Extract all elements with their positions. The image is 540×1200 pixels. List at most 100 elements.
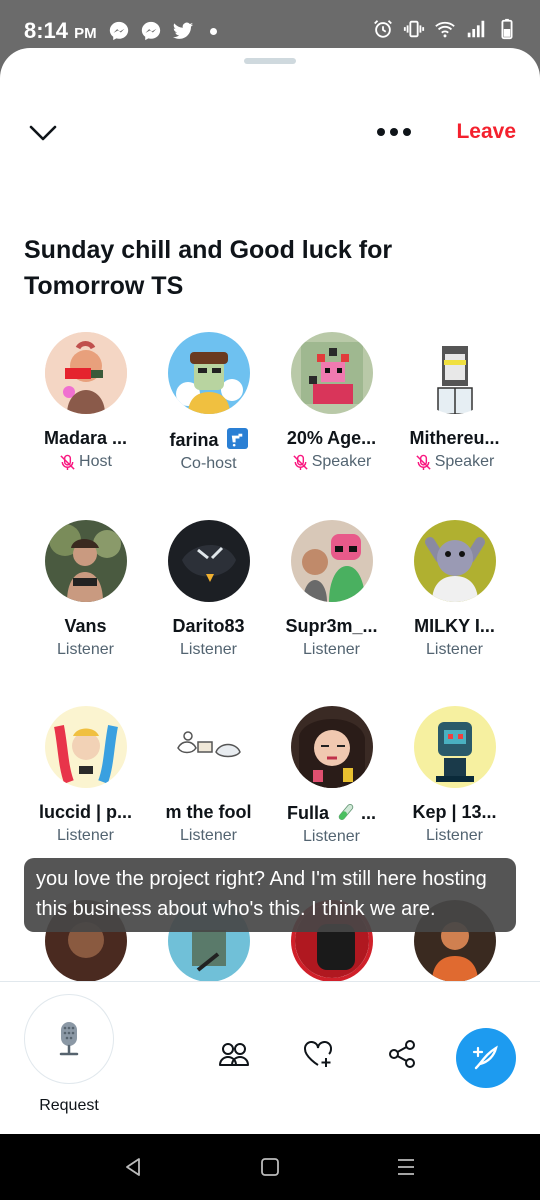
participant-role-label: Listener — [426, 641, 483, 658]
more-dots-icon[interactable] — [376, 122, 412, 142]
participant-cell[interactable]: Madara ... Host — [24, 332, 147, 471]
participant-cell[interactable]: Fulla ... Listener — [270, 706, 393, 846]
avatar — [167, 332, 250, 414]
participant-role-label: Listener — [180, 641, 237, 658]
participant-role: Host — [24, 453, 147, 471]
participant-name: MILKY I... — [414, 616, 495, 636]
participant-role: Speaker — [393, 453, 516, 471]
live-caption: you love the project right? And I'm stil… — [24, 858, 516, 932]
avatar — [413, 332, 496, 414]
participant-role-label: Listener — [180, 827, 237, 844]
vibrate-icon — [403, 20, 425, 38]
participant-role-label: Listener — [303, 641, 360, 658]
sheet-grabber-handle[interactable] — [244, 58, 296, 64]
participant-cell[interactable]: luccid | p... Listener — [24, 706, 147, 845]
request-mic-button[interactable] — [24, 994, 114, 1084]
participant-role: Listener — [24, 641, 147, 659]
avatar — [413, 706, 496, 788]
avatar — [167, 520, 250, 602]
people-icon[interactable] — [218, 1038, 250, 1070]
participant-name-text: Fulla — [286, 803, 329, 823]
wifi-icon — [435, 21, 455, 38]
avatar — [290, 332, 373, 414]
participant-name: farina — [147, 428, 270, 451]
participant-cell[interactable]: Kep | 13... Listener — [393, 706, 516, 845]
share-icon[interactable] — [386, 1038, 418, 1070]
participant-name: m the fool — [165, 802, 252, 822]
participant-role-label: Listener — [57, 641, 114, 658]
participant-name: Mithereu... — [409, 428, 500, 448]
twitter-icon — [172, 22, 194, 39]
status-time-value: 8:14 — [24, 18, 69, 43]
mic-off-icon — [60, 454, 75, 470]
participant-cell[interactable]: MILKY I... Listener — [393, 520, 516, 659]
participant-name: 20% Age... — [286, 428, 377, 448]
battery-icon — [501, 18, 513, 40]
avatar — [413, 520, 496, 602]
participant-cell[interactable]: 20% Age... Speaker — [270, 332, 393, 471]
chevron-down-icon[interactable] — [28, 118, 58, 148]
participant-role: Listener — [393, 641, 516, 659]
status-ampm: PM — [74, 25, 97, 42]
avatar — [167, 706, 250, 788]
back-triangle-icon[interactable] — [122, 1156, 144, 1178]
leave-button[interactable]: Leave — [456, 120, 516, 144]
participant-cell[interactable]: Mithereu... Speaker — [393, 332, 516, 471]
participant-role: Listener — [270, 641, 393, 659]
messenger-icon — [141, 21, 161, 41]
recents-lines-icon[interactable] — [395, 1156, 417, 1178]
participant-role: Listener — [393, 827, 516, 845]
participant-cell[interactable]: m the fool Listener — [147, 706, 270, 845]
test-tube-emoji-icon — [338, 803, 354, 821]
participant-role: Listener — [24, 827, 147, 845]
alarm-icon — [374, 20, 392, 38]
participant-name: Kep | 13... — [412, 802, 497, 822]
space-sheet: Leave Sunday chill and Good luck for Tom… — [0, 48, 540, 1134]
avatar — [290, 706, 373, 788]
participant-cell[interactable]: farina Co-host — [147, 332, 270, 473]
avatar — [290, 520, 373, 602]
participant-role: Listener — [147, 827, 270, 845]
participant-name: Fulla ... — [270, 802, 393, 824]
heart-plus-icon[interactable] — [302, 1038, 334, 1070]
participant-name-ellipsis: ... — [361, 803, 377, 823]
participant-role-label: Listener — [426, 827, 483, 844]
participant-name: Supr3m_... — [285, 616, 378, 636]
participant-role-label: Listener — [303, 828, 360, 845]
participant-name: Vans — [64, 616, 107, 636]
participant-role-label: Speaker — [434, 453, 495, 470]
dot-icon — [210, 27, 217, 35]
microphone-icon — [59, 1022, 79, 1056]
participant-name-text: farina — [169, 430, 219, 450]
status-time: 8:14 PM — [24, 18, 97, 44]
compose-tweet-button[interactable] — [456, 1028, 516, 1088]
footer-divider — [0, 981, 540, 982]
signal-icon — [467, 20, 485, 38]
messenger-icon — [109, 21, 129, 41]
participant-cell[interactable]: Supr3m_... Listener — [270, 520, 393, 659]
participant-name: Madara ... — [43, 428, 128, 448]
avatar — [44, 332, 127, 414]
mic-off-icon — [293, 454, 308, 470]
participant-name: luccid | p... — [38, 802, 133, 822]
participant-cell[interactable]: Vans Listener — [24, 520, 147, 659]
participant-role: Listener — [147, 641, 270, 659]
participant-role: Co-host — [147, 455, 270, 473]
participant-role-label: Listener — [57, 827, 114, 844]
faucet-emoji-icon — [226, 428, 248, 449]
request-label: Request — [39, 1097, 99, 1114]
participant-cell[interactable]: Darito83 Listener — [147, 520, 270, 659]
participant-name: Darito83 — [172, 616, 245, 636]
avatar — [44, 706, 127, 788]
compose-icon — [472, 1045, 498, 1070]
participant-role: Speaker — [270, 453, 393, 471]
android-nav-bar — [0, 1134, 540, 1200]
home-square-icon[interactable] — [259, 1156, 281, 1178]
participant-role: Listener — [270, 828, 393, 846]
avatar — [44, 520, 127, 602]
participant-role-label: Co-host — [180, 455, 237, 472]
participant-role-label: Host — [79, 453, 112, 470]
space-title: Sunday chill and Good luck for Tomorrow … — [24, 236, 393, 300]
participant-role-label: Speaker — [311, 453, 372, 470]
mic-off-icon — [416, 454, 431, 470]
